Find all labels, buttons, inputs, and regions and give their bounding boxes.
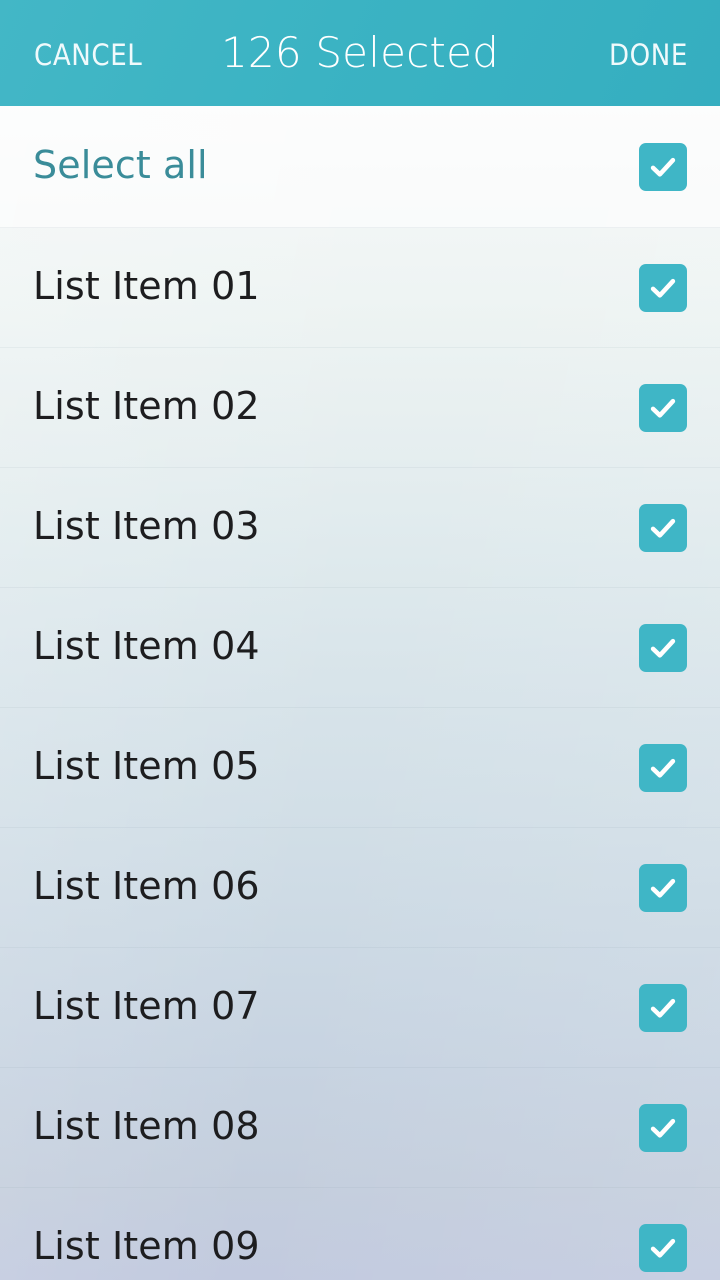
select-all-row[interactable]: Select all [0,106,720,228]
list-item-checkbox[interactable] [639,263,687,312]
check-icon [650,878,676,898]
list-item-row[interactable]: List Item 04 [0,588,720,708]
list-item-label: List Item 09 [33,1227,260,1268]
check-icon [650,998,676,1018]
list-item-row[interactable]: List Item 08 [0,1068,720,1188]
check-icon [650,278,676,298]
list-item-label: List Item 06 [33,867,260,908]
cancel-button[interactable]: CANCEL [34,37,142,70]
list-item-row[interactable]: List Item 09 [0,1188,720,1280]
app-bar: CANCEL 126 Selected DONE [0,0,720,106]
selection-screen: CANCEL 126 Selected DONE Select all List … [0,0,720,1280]
check-icon [650,518,676,538]
list-item-row[interactable]: List Item 07 [0,948,720,1068]
list-item-label: List Item 07 [33,987,260,1028]
check-icon [650,1118,676,1138]
list-item-checkbox[interactable] [639,503,687,552]
list-item-label: List Item 08 [33,1107,260,1148]
check-icon [650,157,676,177]
list-item-row[interactable]: List Item 02 [0,348,720,468]
check-icon [650,398,676,418]
done-button[interactable]: DONE [609,37,688,70]
list-item-label: List Item 04 [33,627,260,668]
list-item-label: List Item 01 [33,267,260,308]
select-all-label: Select all [33,146,208,187]
list-item-checkbox[interactable] [639,743,687,792]
list-item-row[interactable]: List Item 05 [0,708,720,828]
check-icon [650,1238,676,1258]
select-all-checkbox[interactable] [639,142,687,191]
list-surface: Select all List Item 01 List Item 02 List I… [0,106,720,1280]
list-item-row[interactable]: List Item 03 [0,468,720,588]
list-item-row[interactable]: List Item 06 [0,828,720,948]
list-item-checkbox[interactable] [639,863,687,912]
list-item-checkbox[interactable] [639,1223,687,1272]
check-icon [650,638,676,658]
list-item-checkbox[interactable] [639,983,687,1032]
list-item-checkbox[interactable] [639,623,687,672]
list-item-label: List Item 03 [33,507,260,548]
list-item-checkbox[interactable] [639,383,687,432]
selection-list: Select all List Item 01 List Item 02 List I… [0,106,720,1280]
list-item-checkbox[interactable] [639,1103,687,1152]
check-icon [650,758,676,778]
list-item-label: List Item 02 [33,387,260,428]
list-item-label: List Item 05 [33,747,260,788]
list-item-row[interactable]: List Item 01 [0,228,720,348]
